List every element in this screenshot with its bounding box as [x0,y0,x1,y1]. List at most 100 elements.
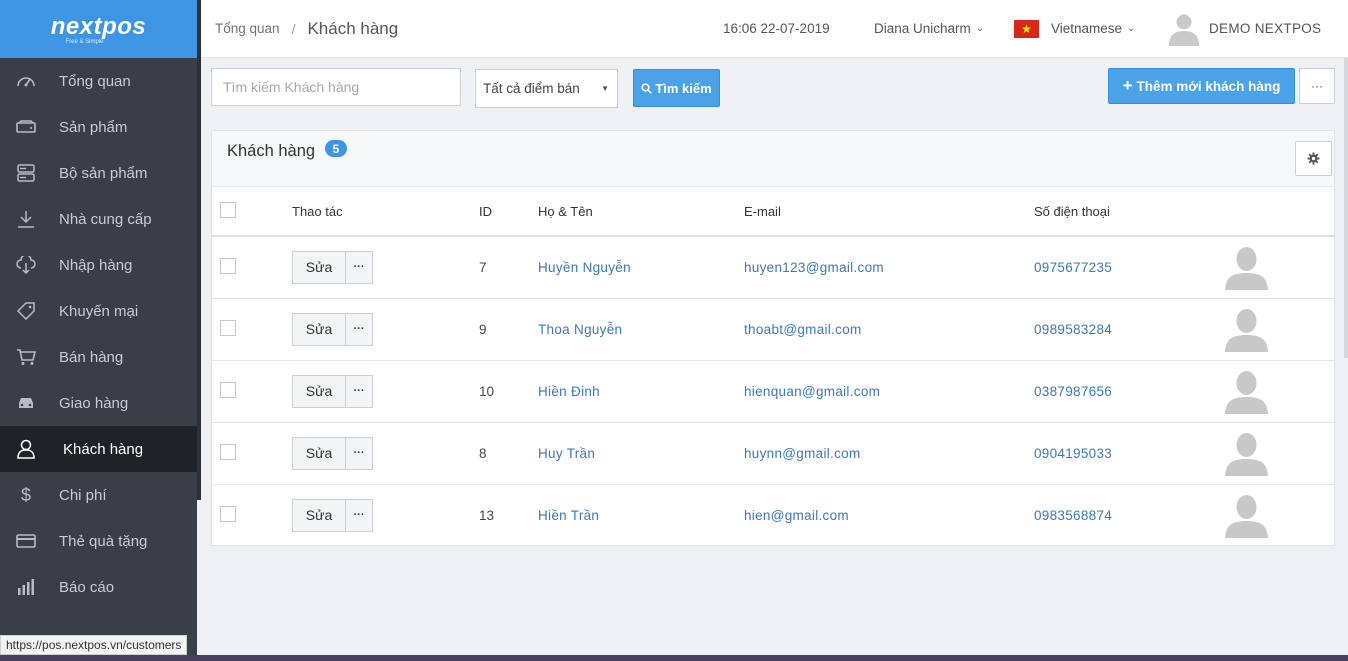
edit-button[interactable]: Sửa [292,436,346,470]
download-icon [16,209,36,229]
store-filter-value: Tất cả điểm bán [483,81,580,96]
customer-phone-link[interactable]: 0904195033 [1034,446,1112,461]
cell-id: 8 [479,445,487,461]
search-input[interactable] [211,68,461,106]
sidebar-item-promotions[interactable]: Khuyến mại [0,288,197,334]
row-more-button[interactable]: ··· [346,250,373,284]
sidebar-item-expenses[interactable]: $ Chi phí [0,472,197,518]
row-checkbox[interactable] [220,443,236,460]
settings-button[interactable] [1295,141,1332,176]
row-checkbox[interactable] [220,505,236,522]
sidebar-item-product-sets[interactable]: Bộ sản phẩm [0,150,197,196]
edit-button[interactable]: Sửa [292,250,346,284]
customer-email-link[interactable]: hienquan@gmail.com [744,384,880,399]
customer-email-link[interactable]: huyen123@gmail.com [744,260,884,275]
search-button[interactable]: Tìm kiếm [633,69,720,107]
chevron-down-icon: ⌄ [975,23,985,34]
customer-phone-link[interactable]: 0983568874 [1034,508,1112,523]
customer-name-link[interactable]: Hiền Đinh [538,384,600,399]
customer-phone-link[interactable]: 0989583284 [1034,322,1112,337]
row-checkbox[interactable] [220,319,236,336]
dollar-icon: $ [20,484,31,505]
row-checkbox[interactable] [220,381,236,398]
table-row: Sửa ··· 7 Huyền Nguyễn huyen123@gmail.com… [212,236,1334,298]
product-icon [16,117,36,137]
status-bar-url: https://pos.nextpos.vn/customers [0,635,188,655]
edit-button[interactable]: Sửa [292,312,346,346]
sidebar-item-customers[interactable]: Khách hàng [0,426,197,472]
col-email[interactable]: E-mail [744,187,1034,236]
sidebar-item-label: Nhập hàng [59,256,133,274]
store-filter-select[interactable]: Tất cả điểm bán ▼ [475,69,618,108]
customer-email-link[interactable]: hien@gmail.com [744,508,849,523]
row-checkbox[interactable] [220,257,236,274]
sidebar-item-label: Giao hàng [59,394,129,412]
col-phone[interactable]: Số điện thoại [1034,187,1224,236]
brand-name: nextpos [50,13,147,40]
sidebar-item-imports[interactable]: Nhập hàng [0,242,197,288]
page-scrollbar[interactable] [1344,58,1348,358]
language-dropdown[interactable]: ★ Vietnamese ⌄ [1014,19,1136,38]
col-avatar [1224,187,1334,236]
chevron-down-icon: ⌄ [1127,23,1136,34]
row-more-button[interactable]: ··· [346,436,373,470]
avatar-placeholder-icon [1225,433,1268,476]
card-icon [16,531,36,551]
sidebar-item-suppliers[interactable]: Nhà cung cấp [0,196,197,242]
avatar [1169,14,1199,46]
sidebar-item-products[interactable]: Sản phẩm [0,104,197,150]
edit-button[interactable]: Sửa [292,498,346,532]
sidebar-item-label: Sản phẩm [59,118,128,136]
customer-name-link[interactable]: Thoa Nguyễn [538,322,622,337]
add-customer-button[interactable]: + Thêm mới khách hàng [1108,68,1295,104]
cart-icon [16,347,36,367]
edit-button[interactable]: Sửa [292,374,346,408]
account-menu[interactable]: DEMO NEXTPOS [1168,12,1321,46]
brand-logo[interactable]: nextpos Free & Simple [0,0,197,58]
user-dropdown[interactable]: Diana Unicharm ⌄ [874,21,984,36]
breadcrumb-home[interactable]: Tổng quan [215,21,280,36]
col-id[interactable]: ID [479,187,538,236]
caret-down-icon: ▼ [601,84,609,93]
sidebar-item-label: Bộ sản phẩm [59,164,148,182]
dashboard-icon [16,71,36,91]
customer-email-link[interactable]: thoabt@gmail.com [744,322,862,337]
sidebar-item-label: Khách hàng [63,440,144,458]
customer-phone-link[interactable]: 0975677235 [1034,260,1112,275]
sidebar-item-sales[interactable]: Bán hàng [0,334,197,380]
table-row: Sửa ··· 9 Thoa Nguyễn thoabt@gmail.com 09… [212,298,1334,360]
sidebar-item-reports[interactable]: Báo cáo [0,564,197,610]
row-actions: Sửa ··· [292,250,373,284]
server-icon [16,163,36,183]
customer-email-link[interactable]: huynn@gmail.com [744,446,861,461]
col-name[interactable]: Họ & Tên [538,187,744,236]
sidebar-item-label: Báo cáo [59,578,115,596]
sidebar-item-gift-cards[interactable]: Thẻ quà tặng [0,518,197,564]
sidebar-item-label: Tổng quan [59,72,131,90]
page-title: Khách hàng [307,18,399,38]
more-options-button[interactable]: ··· [1299,68,1335,104]
car-icon [16,393,36,413]
sidebar-item-dashboard[interactable]: Tổng quan [0,58,197,104]
customer-name-link[interactable]: Huyền Nguyễn [538,260,631,275]
bar-chart-icon [16,577,36,597]
sidebar-item-label: Chi phí [59,486,107,504]
sidebar-item-delivery[interactable]: Giao hàng [0,380,197,426]
row-more-button[interactable]: ··· [346,374,373,408]
count-badge: 5 [325,140,347,157]
table-row: Sửa ··· 10 Hiền Đinh hienquan@gmail.com 0… [212,360,1334,422]
row-more-button[interactable]: ··· [346,312,373,346]
customer-name-link[interactable]: Hiền Trần [538,508,599,523]
sidebar-item-label: Khuyến mại [59,302,139,320]
sidebar-scrollbar[interactable] [197,0,201,500]
table-row: Sửa ··· 13 Hiền Trần hien@gmail.com 09835… [212,484,1334,546]
avatar-placeholder-icon [1225,495,1268,539]
sidebar: nextpos Free & Simple Tổng quan Sản phẩm… [0,0,197,661]
more-label: ··· [1311,79,1323,93]
customer-name-link[interactable]: Huy Trần [538,446,595,461]
language-label: Vietnamese [1051,21,1123,36]
customer-phone-link[interactable]: 0387987656 [1034,384,1112,399]
row-more-button[interactable]: ··· [346,498,373,532]
avatar-placeholder-icon [1225,371,1268,414]
select-all-checkbox[interactable] [220,201,236,218]
